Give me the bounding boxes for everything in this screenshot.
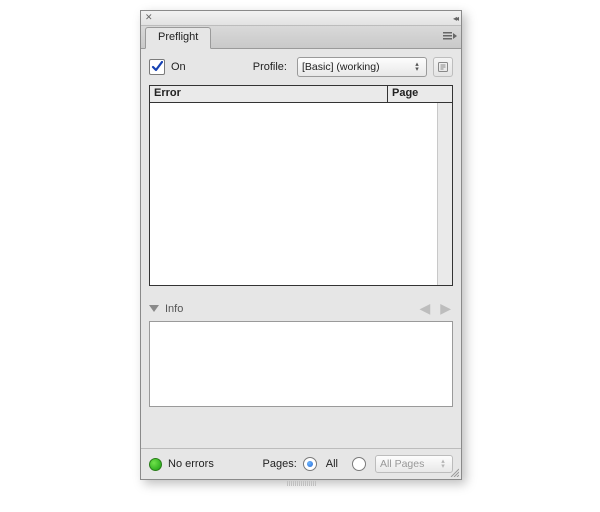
error-table-header: Error Page bbox=[149, 85, 453, 102]
status-dot-icon bbox=[149, 458, 162, 471]
toolbar-row: On Profile: [Basic] (working) ▴▾ bbox=[149, 57, 453, 77]
status-text: No errors bbox=[168, 458, 214, 470]
tab-bar: Preflight bbox=[141, 26, 461, 49]
panel-title-bar[interactable]: ✕ ◂◂ bbox=[141, 11, 461, 26]
panel-footer: No errors Pages: All All Pages ▴▾ bbox=[141, 448, 461, 479]
pages-range-value: All Pages bbox=[380, 458, 438, 470]
close-icon[interactable]: ✕ bbox=[145, 12, 153, 23]
on-checkbox[interactable] bbox=[149, 59, 165, 75]
profile-dropdown-value: [Basic] (working) bbox=[302, 61, 412, 73]
profile-dropdown[interactable]: [Basic] (working) ▴▾ bbox=[297, 57, 427, 77]
updown-icon: ▴▾ bbox=[412, 62, 422, 72]
error-table-body[interactable] bbox=[150, 103, 437, 285]
profile-label: Profile: bbox=[253, 61, 287, 73]
error-table bbox=[149, 102, 453, 286]
resize-grip-icon[interactable] bbox=[449, 467, 459, 477]
info-box[interactable] bbox=[149, 321, 453, 407]
pages-all-label[interactable]: All bbox=[326, 458, 338, 470]
disclosure-triangle-icon[interactable] bbox=[149, 305, 159, 312]
panel-menu-icon[interactable] bbox=[443, 30, 457, 42]
col-error[interactable]: Error bbox=[150, 86, 388, 102]
tab-preflight[interactable]: Preflight bbox=[145, 27, 211, 49]
info-header: Info ◀ ▶ bbox=[149, 300, 453, 317]
collapse-icon[interactable]: ◂◂ bbox=[453, 14, 457, 23]
error-table-scrollbar[interactable] bbox=[437, 103, 452, 285]
pages-range-radio[interactable] bbox=[352, 457, 366, 471]
pages-range-dropdown[interactable]: All Pages ▴▾ bbox=[375, 455, 453, 473]
col-page[interactable]: Page bbox=[388, 86, 452, 102]
pages-all-radio[interactable] bbox=[303, 457, 317, 471]
panel-body: On Profile: [Basic] (working) ▴▾ Error P… bbox=[141, 49, 461, 413]
on-label: On bbox=[171, 61, 186, 73]
preflight-panel: ✕ ◂◂ Preflight On Profile: [Basic] (work… bbox=[140, 10, 462, 480]
pages-label: Pages: bbox=[263, 458, 297, 470]
info-label: Info bbox=[165, 303, 411, 315]
updown-icon: ▴▾ bbox=[438, 459, 448, 469]
prev-error-icon[interactable]: ◀ bbox=[417, 300, 432, 317]
drag-handle-icon[interactable] bbox=[271, 481, 331, 486]
embed-profile-button[interactable] bbox=[433, 57, 453, 77]
next-error-icon[interactable]: ▶ bbox=[438, 300, 453, 317]
